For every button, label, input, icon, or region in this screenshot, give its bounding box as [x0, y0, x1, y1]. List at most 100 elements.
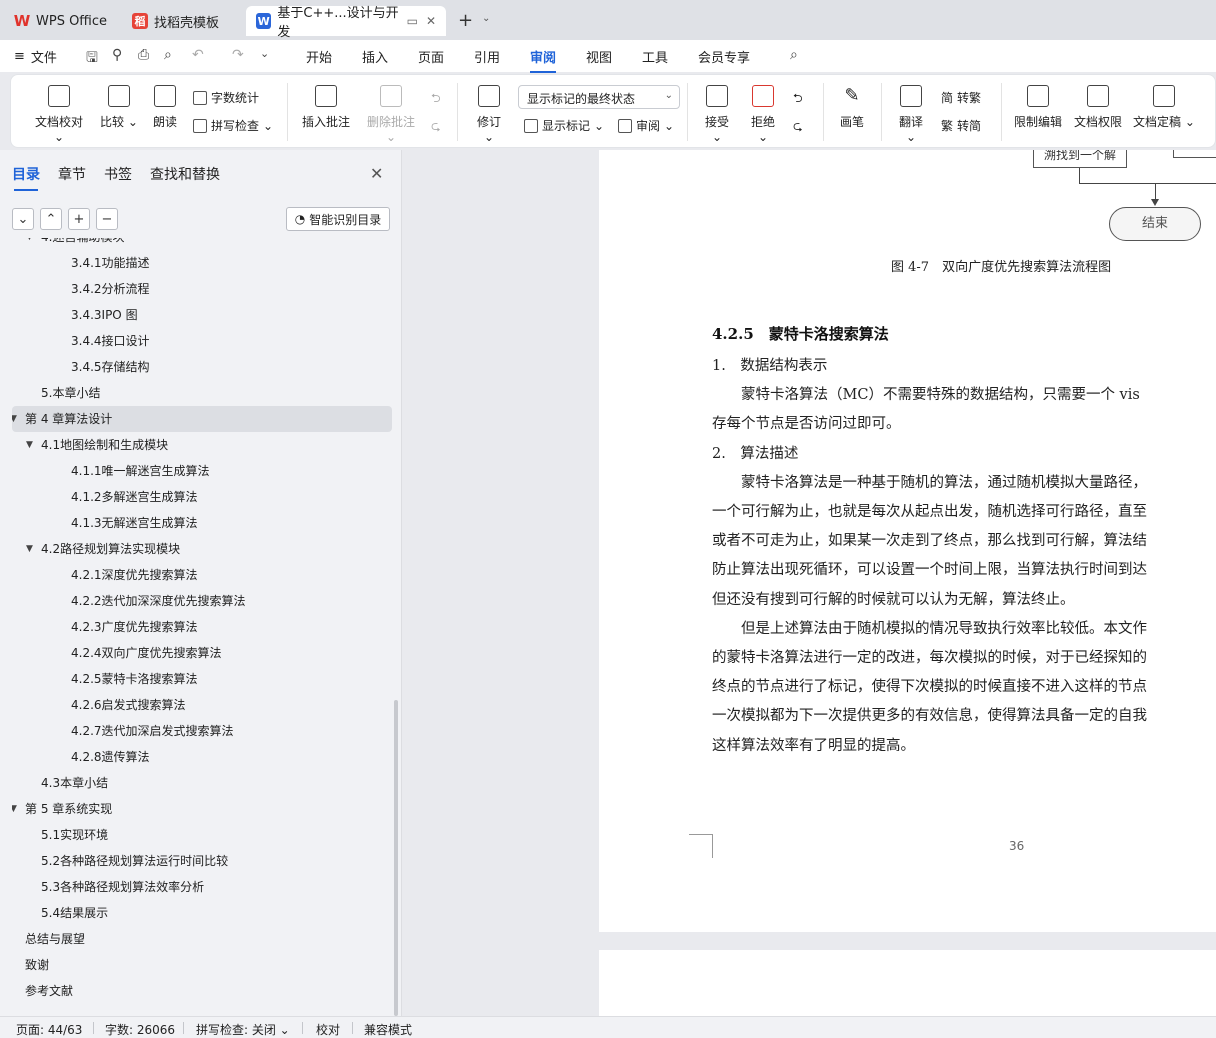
menu-tab-insert[interactable]: 插入	[362, 47, 388, 66]
save-icon[interactable]: 🖫	[86, 47, 98, 71]
print-icon[interactable]: ⎙	[138, 47, 149, 63]
toc-item[interactable]: 3.4.4接口设计	[12, 328, 392, 354]
share-icon[interactable]: ⚲	[112, 47, 122, 63]
markup-state-select[interactable]: 显示标记的最终状态 ⌄	[518, 85, 680, 109]
compare-button[interactable]: 比较 ⌄	[99, 85, 139, 130]
accept-button[interactable]: 接受 ⌄	[699, 85, 735, 144]
menu-tab-start[interactable]: 开始	[306, 47, 332, 66]
toc-item[interactable]: 3.4.2分析流程	[12, 276, 392, 302]
redo-icon[interactable]: ↷	[232, 47, 244, 63]
spell-check-status[interactable]: 拼写检查: 关闭 ⌄	[196, 1021, 290, 1038]
remove-heading-icon[interactable]: −	[96, 208, 118, 230]
panel-tab-sections[interactable]: 章节	[58, 164, 86, 184]
toc-item[interactable]: 总结与展望	[12, 926, 392, 952]
smart-toc-button[interactable]: ◔ 智能识别目录	[286, 207, 390, 231]
caret-down-icon[interactable]: ▼	[12, 406, 17, 432]
show-markup-button[interactable]: 显示标记 ⌄	[524, 117, 604, 134]
pen-button[interactable]: ✎ 画笔	[837, 85, 867, 130]
toc-item[interactable]: 参考文献	[12, 978, 392, 1004]
next-change-icon[interactable]: ⮎	[793, 117, 803, 138]
tab-document[interactable]: W 基于C++...设计与开发 ▭ ✕	[246, 6, 446, 40]
search-icon[interactable]: ⌕	[790, 47, 798, 63]
print-preview-icon[interactable]: ⌕	[164, 47, 172, 63]
toc-item[interactable]: 4.2.7迭代加深启发式搜索算法	[12, 718, 392, 744]
toc-item[interactable]: 4.2.8遗传算法	[12, 744, 392, 770]
file-menu[interactable]: ≡ 文件	[14, 47, 57, 66]
toc-item[interactable]: 4.2.6启发式搜索算法	[12, 692, 392, 718]
toc-item[interactable]: 3.4.1功能描述	[12, 250, 392, 276]
toc-item[interactable]: 4.1.2多解迷宫生成算法	[12, 484, 392, 510]
caret-down-icon[interactable]: ▼	[26, 536, 33, 562]
toc-item[interactable]: ▼ 第 4 章算法设计	[12, 406, 392, 432]
caret-down-icon[interactable]: ▼	[26, 238, 33, 250]
toc-item[interactable]: 4.1.3无解迷宫生成算法	[12, 510, 392, 536]
translate-button[interactable]: 翻译 ⌄	[893, 85, 929, 144]
toc-item[interactable]: ▼ 4.迷宫辅助模块	[12, 238, 392, 250]
doc-permission-button[interactable]: 文档权限	[1073, 85, 1123, 130]
to-simplified-button[interactable]: 繁 转简	[941, 117, 981, 134]
new-tab-icon[interactable]: +	[458, 10, 473, 31]
toc-item[interactable]: 4.1.1唯一解迷宫生成算法	[12, 458, 392, 484]
delete-comment-button[interactable]: 删除批注 ⌄	[361, 85, 421, 144]
menu-tab-tools[interactable]: 工具	[642, 47, 668, 66]
undo-icon[interactable]: ↶	[192, 47, 204, 63]
chevron-down-icon[interactable]: ⌄	[482, 13, 490, 24]
next-comment-icon[interactable]: ⮎	[431, 117, 441, 138]
reject-button[interactable]: 拒绝 ⌄	[745, 85, 781, 144]
spell-check-button[interactable]: 拼写检查 ⌄	[193, 117, 273, 134]
previous-comment-icon[interactable]: ⮌	[431, 89, 441, 110]
add-heading-icon[interactable]: +	[68, 208, 90, 230]
toc-item[interactable]: 4.2.2迭代加深深度优先搜索算法	[12, 588, 392, 614]
toc-item[interactable]: 致谢	[12, 952, 392, 978]
menu-tab-review[interactable]: 审阅	[530, 47, 557, 73]
page-indicator[interactable]: 页面: 44/63	[16, 1021, 82, 1038]
insert-comment-button[interactable]: 插入批注	[301, 85, 351, 130]
menu-tab-view[interactable]: 视图	[586, 47, 612, 66]
doc-finalize-button[interactable]: 文档定稿 ⌄	[1133, 85, 1195, 130]
document-page[interactable]: 溯找到一个解 结束 图 4-7 双向广度优先搜索算法流程图 4.2.5 蒙特卡洛…	[599, 150, 1216, 932]
toc-item[interactable]: 5.2各种路径规划算法运行时间比较	[12, 848, 392, 874]
tab-template[interactable]: 稻 找稻壳模板	[122, 6, 242, 36]
panel-tab-toc[interactable]: 目录	[12, 164, 40, 191]
toc-item[interactable]: 5.1实现环境	[12, 822, 392, 848]
toc-item[interactable]: ▼ 4.1地图绘制和生成模块	[12, 432, 392, 458]
panel-tab-find-replace[interactable]: 查找和替换	[150, 164, 220, 184]
toc-item[interactable]: 4.3本章小结	[12, 770, 392, 796]
proofread-status[interactable]: 校对	[316, 1021, 340, 1038]
read-aloud-button[interactable]: 朗读	[149, 85, 181, 130]
close-panel-icon[interactable]: ✕	[370, 164, 383, 183]
toc-item[interactable]: 3.4.3IPO 图	[12, 302, 392, 328]
review-pane-button[interactable]: 审阅 ⌄	[618, 117, 674, 134]
menu-tab-member[interactable]: 会员专享	[698, 47, 750, 66]
toc-item[interactable]: 4.2.3广度优先搜索算法	[12, 614, 392, 640]
menu-tab-page[interactable]: 页面	[418, 47, 444, 66]
menu-tab-reference[interactable]: 引用	[474, 47, 500, 66]
panel-tab-bookmarks[interactable]: 书签	[104, 164, 132, 184]
toc-item[interactable]: 5.3各种路径规划算法效率分析	[12, 874, 392, 900]
toc-item[interactable]: 5.本章小结	[12, 380, 392, 406]
toc-item[interactable]: 3.4.5存储结构	[12, 354, 392, 380]
toc-item[interactable]: ▼ 4.2路径规划算法实现模块	[12, 536, 392, 562]
collapse-icon[interactable]: ⌄	[12, 208, 34, 230]
close-tab-icon[interactable]: ✕	[426, 14, 436, 28]
toc-item[interactable]: ▼ 第 5 章系统实现	[12, 796, 392, 822]
caret-down-icon[interactable]: ▼	[26, 432, 33, 458]
toc-item[interactable]: 4.2.5蒙特卡洛搜索算法	[12, 666, 392, 692]
tab-wps-office[interactable]: W WPS Office	[4, 6, 118, 36]
to-traditional-button[interactable]: 简 转繁	[941, 89, 981, 106]
caret-down-icon[interactable]: ▼	[12, 796, 17, 822]
word-count-indicator[interactable]: 字数: 26066	[105, 1021, 175, 1038]
next-page[interactable]	[599, 950, 1216, 1016]
toc-item[interactable]: 4.2.4双向广度优先搜索算法	[12, 640, 392, 666]
previous-change-icon[interactable]: ⮌	[793, 89, 803, 110]
toc-item[interactable]: 5.4结果展示	[12, 900, 392, 926]
restrict-edit-button[interactable]: 限制编辑	[1013, 85, 1063, 130]
toc-scrollbar[interactable]	[394, 700, 398, 1016]
more-icon[interactable]: ⌄	[260, 47, 269, 60]
expand-up-icon[interactable]: ⌃	[40, 208, 62, 230]
toc-item[interactable]: 4.2.1深度优先搜索算法	[12, 562, 392, 588]
track-changes-button[interactable]: 修订 ⌄	[471, 85, 507, 144]
window-icon[interactable]: ▭	[407, 14, 418, 28]
doc-check-button[interactable]: 文档校对 ⌄	[29, 85, 89, 144]
word-count-button[interactable]: 字数统计	[193, 89, 259, 106]
